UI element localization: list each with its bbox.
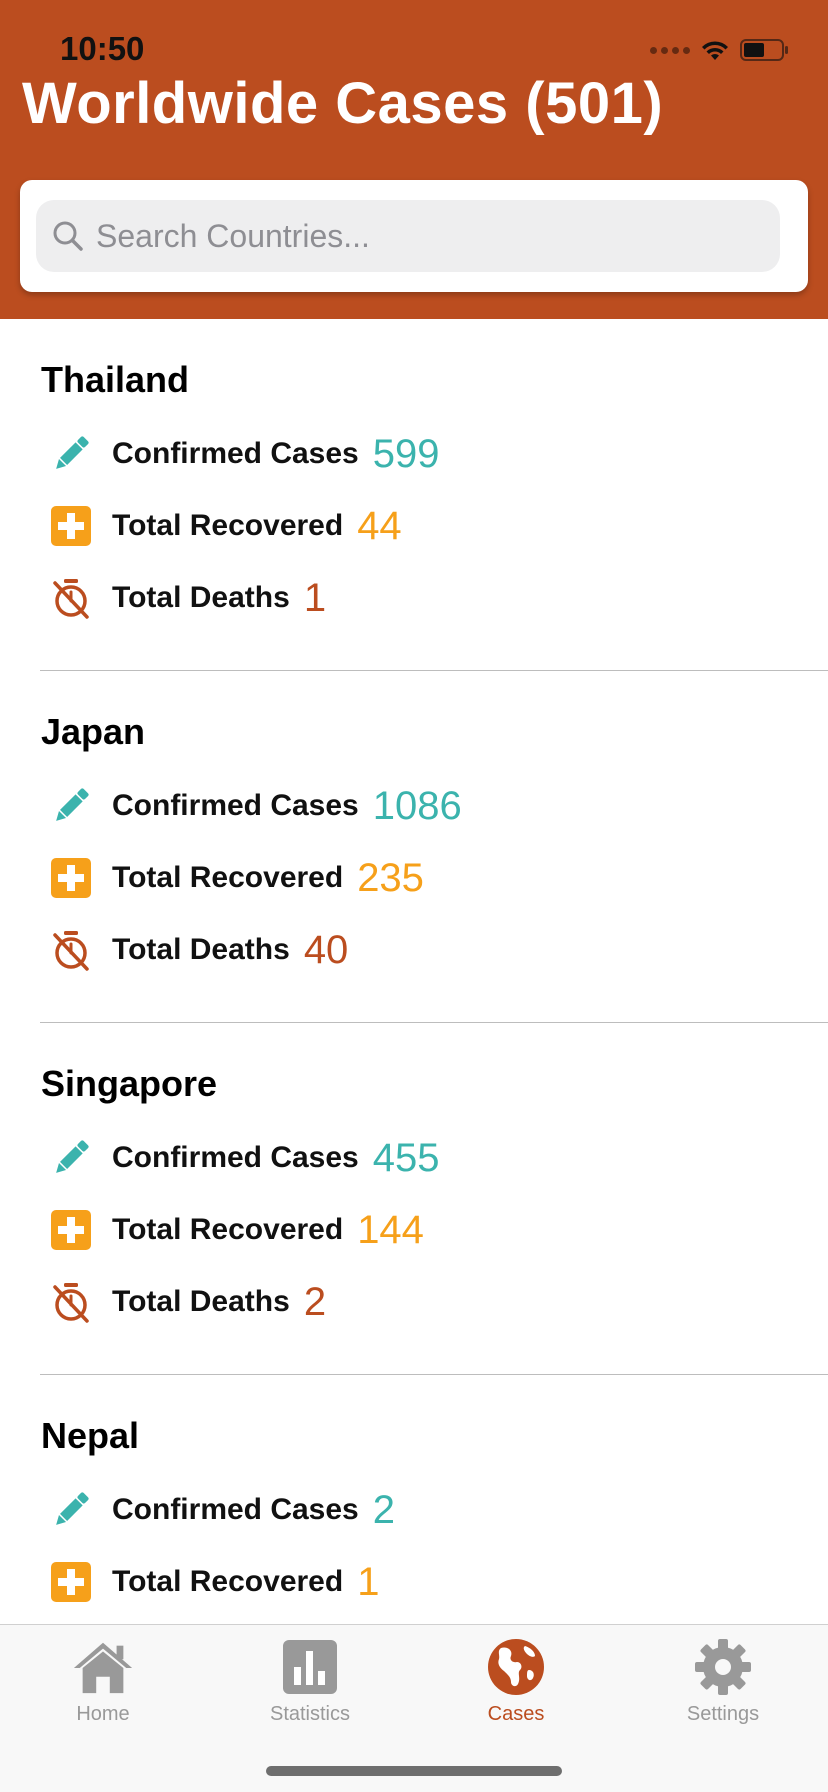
total-deaths-row: Total Deaths 1	[48, 573, 326, 623]
total-recovered-row: Total Recovered 44	[48, 501, 402, 551]
confirmed-cases-row: Confirmed Cases 455	[48, 1133, 440, 1183]
tab-settings[interactable]: Settings	[623, 1635, 823, 1735]
total-deaths-value: 2	[303, 1279, 327, 1324]
total-recovered-value: 144	[357, 1207, 424, 1252]
search-icon	[50, 218, 86, 254]
plus-square-icon	[48, 855, 94, 901]
total-deaths-row: Total Deaths 2	[48, 1277, 326, 1327]
home-icon	[71, 1635, 135, 1699]
total-recovered-row: Total Recovered 144	[48, 1205, 424, 1255]
globe-icon	[484, 1635, 548, 1699]
battery-icon	[740, 39, 788, 61]
tab-label: Statistics	[269, 1703, 351, 1725]
country-name: Thailand	[41, 359, 190, 400]
tab-statistics[interactable]: Statistics	[210, 1635, 410, 1735]
total-recovered-label: Total Recovered	[112, 1213, 344, 1246]
tab-label: Home	[76, 1703, 130, 1725]
total-recovered-value: 1	[357, 1559, 380, 1604]
stopwatch-off-icon	[48, 927, 94, 973]
confirmed-cases-label: Confirmed Cases	[112, 437, 359, 470]
bar-chart-icon	[278, 1635, 342, 1699]
total-deaths-row: Total Deaths 40	[48, 925, 348, 975]
tab-label: Settings	[686, 1703, 760, 1725]
total-recovered-label: Total Recovered	[112, 509, 344, 542]
confirmed-cases-label: Confirmed Cases	[112, 1141, 359, 1174]
total-deaths-value: 40	[303, 927, 349, 972]
country-name: Singapore	[41, 1063, 218, 1104]
gear-icon	[691, 1635, 755, 1699]
total-recovered-label: Total Recovered	[112, 1565, 344, 1598]
country-name: Nepal	[41, 1415, 140, 1456]
tab-label: Cases	[487, 1703, 545, 1725]
total-deaths-label: Total Deaths	[112, 1285, 290, 1318]
total-recovered-label: Total Recovered	[112, 861, 344, 894]
confirmed-cases-value: 2	[372, 1487, 395, 1532]
cellular-signal-icon	[650, 46, 690, 54]
wifi-icon	[702, 41, 728, 60]
tab-cases[interactable]: Cases	[416, 1635, 616, 1735]
status-bar-icons	[650, 36, 790, 64]
total-recovered-row: Total Recovered 1	[48, 1557, 379, 1607]
header: 10:50 Worldwide Cases (501)	[0, 0, 828, 319]
pencil-icon	[48, 783, 94, 829]
status-bar-time: 10:50	[60, 30, 145, 67]
total-deaths-value: 1	[303, 575, 327, 620]
tab-home[interactable]: Home	[3, 1635, 203, 1735]
confirmed-cases-row: Confirmed Cases 1086	[48, 781, 462, 831]
confirmed-cases-label: Confirmed Cases	[112, 1493, 359, 1526]
total-recovered-value: 44	[357, 503, 402, 548]
search-input[interactable]	[96, 217, 736, 255]
total-recovered-value: 235	[357, 855, 424, 900]
confirmed-cases-value: 1086	[372, 783, 462, 828]
country-item[interactable]: Nepal Confirmed Cases 2 Total Recovered …	[40, 1375, 828, 1624]
confirmed-cases-value: 599	[372, 431, 440, 476]
confirmed-cases-row: Confirmed Cases 2	[48, 1485, 395, 1535]
country-item[interactable]: Singapore Confirmed Cases 455 Total Reco…	[40, 1023, 828, 1375]
confirmed-cases-value: 455	[372, 1135, 440, 1180]
stopwatch-off-icon	[48, 575, 94, 621]
country-item[interactable]: Japan Confirmed Cases 1086 Total Recover…	[40, 671, 828, 1023]
plus-square-icon	[48, 1559, 94, 1605]
country-name: Japan	[41, 711, 146, 752]
page-title: Worldwide Cases (501)	[22, 71, 664, 136]
confirmed-cases-label: Confirmed Cases	[112, 789, 359, 822]
country-item[interactable]: Thailand Confirmed Cases 599 Total Recov…	[40, 319, 828, 671]
plus-square-icon	[48, 503, 94, 549]
total-recovered-row: Total Recovered 235	[48, 853, 424, 903]
total-deaths-label: Total Deaths	[112, 581, 290, 614]
pencil-icon	[48, 1487, 94, 1533]
total-deaths-label: Total Deaths	[112, 933, 290, 966]
pencil-icon	[48, 431, 94, 477]
pencil-icon	[48, 1135, 94, 1181]
search-card	[20, 180, 808, 292]
country-list[interactable]: Thailand Confirmed Cases 599 Total Recov…	[0, 319, 828, 1624]
home-indicator[interactable]	[266, 1766, 562, 1776]
stopwatch-off-icon	[48, 1279, 94, 1325]
confirmed-cases-row: Confirmed Cases 599	[48, 429, 440, 479]
search-field[interactable]	[36, 200, 780, 272]
plus-square-icon	[48, 1207, 94, 1253]
